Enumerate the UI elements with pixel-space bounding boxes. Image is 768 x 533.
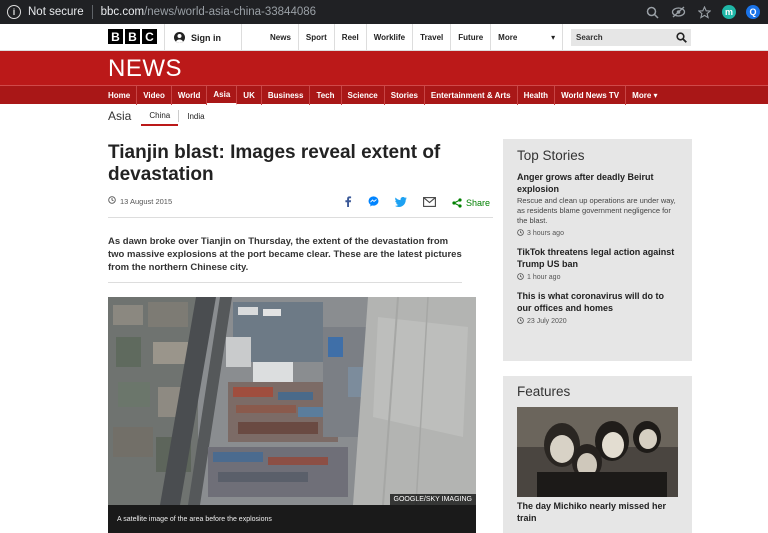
story-time-text: 1 hour ago <box>527 274 561 281</box>
bbc-global-bar: B B C Sign in News Sport Reel Worklife T… <box>0 24 768 51</box>
top-nav-future[interactable]: Future <box>451 24 492 51</box>
url-domain: bbc.com <box>100 6 145 18</box>
story-headline[interactable]: TikTok threatens legal action against Tr… <box>517 246 678 270</box>
sub-nav-india[interactable]: India <box>179 106 212 126</box>
nav-uk[interactable]: UK <box>237 86 262 105</box>
search-input[interactable]: Search <box>571 29 691 46</box>
nav-more[interactable]: More ▾ <box>626 86 663 105</box>
story-time: 23 July 2020 <box>517 317 678 326</box>
story-headline[interactable]: This is what coronavirus will do to our … <box>517 290 678 314</box>
article-date: 13 August 2015 <box>108 196 172 206</box>
story-time-text: 3 hours ago <box>527 230 564 237</box>
clock-icon <box>517 273 524 282</box>
nav-entertainment[interactable]: Entertainment & Arts <box>425 86 518 105</box>
clock-icon <box>517 317 524 326</box>
story-summary: Rescue and clean up operations are under… <box>517 196 676 225</box>
logo-letter: C <box>142 29 157 44</box>
security-label[interactable]: Not secure <box>28 6 84 18</box>
feature-headline[interactable]: The day Michiko nearly missed her train <box>517 500 678 524</box>
bbc-logo[interactable]: B B C <box>108 29 157 44</box>
url-path: /news/world-asia-china-33844086 <box>144 6 317 18</box>
top-nav-travel[interactable]: Travel <box>413 24 452 51</box>
extension-m-icon[interactable]: m <box>722 5 736 19</box>
logo-letter: B <box>108 29 123 44</box>
story-time: 1 hour ago <box>517 273 678 282</box>
tracking-blocked-icon[interactable] <box>670 4 686 20</box>
top-nav-reel[interactable]: Reel <box>335 24 367 51</box>
top-nav-worklife[interactable]: Worklife <box>367 24 414 51</box>
sub-nav-title[interactable]: Asia <box>108 109 131 123</box>
search-placeholder: Search <box>576 33 603 42</box>
story-time-text: 23 July 2020 <box>527 318 567 325</box>
nav-asia[interactable]: Asia <box>207 86 238 105</box>
story-item[interactable]: This is what coronavirus will do to our … <box>517 290 678 326</box>
search-icon[interactable] <box>676 32 687 45</box>
share-bar: Share <box>344 194 490 212</box>
feature-photo[interactable] <box>517 407 678 497</box>
share-label: Share <box>466 198 491 208</box>
article-intro: As dawn broke over Tianjin on Thursday, … <box>108 236 462 273</box>
top-nav: News Sport Reel Worklife Travel Future M… <box>263 24 564 51</box>
share-icon <box>452 198 462 208</box>
nav-health[interactable]: Health <box>518 86 556 105</box>
zoom-icon[interactable] <box>644 4 660 20</box>
top-nav-sport[interactable]: Sport <box>299 24 335 51</box>
top-stories-panel: Top Stories Anger grows after deadly Bei… <box>503 139 692 361</box>
story-item[interactable]: TikTok threatens legal action against Tr… <box>517 246 678 282</box>
divider <box>108 282 462 283</box>
nav-stories[interactable]: Stories <box>385 86 425 105</box>
top-nav-more[interactable]: More ▾ <box>491 24 564 51</box>
nav-world-news-tv[interactable]: World News TV <box>555 86 627 105</box>
nav-world[interactable]: World <box>172 86 208 105</box>
more-label: More <box>498 33 518 42</box>
signin-label: Sign in <box>191 32 221 43</box>
story-time: 3 hours ago <box>517 229 678 238</box>
nav-video[interactable]: Video <box>137 86 172 105</box>
top-nav-news[interactable]: News <box>263 24 299 51</box>
email-icon[interactable] <box>423 194 436 212</box>
url-field[interactable]: bbc.com/news/world-asia-china-33844086 <box>101 6 316 18</box>
satellite-image: GOOGLE/SKY IMAGING <box>108 297 476 505</box>
facebook-icon[interactable] <box>344 194 352 212</box>
share-button[interactable]: Share <box>452 198 490 208</box>
nav-tech[interactable]: Tech <box>310 86 342 105</box>
date-text: 13 August 2015 <box>120 196 173 206</box>
extension-q-icon[interactable]: Q <box>746 5 760 19</box>
signin-button[interactable]: Sign in <box>164 24 242 51</box>
story-item[interactable]: Anger grows after deadly Beirut explosio… <box>517 171 678 238</box>
news-banner: NEWS <box>0 51 768 85</box>
sub-nav: Asia China India <box>108 106 213 126</box>
browser-address-bar: i Not secure bbc.com/news/world-asia-chi… <box>0 0 768 24</box>
user-icon <box>174 32 185 43</box>
features-panel: Features The day Michiko nearly missed h… <box>503 376 692 533</box>
nav-science[interactable]: Science <box>342 86 385 105</box>
nav-business[interactable]: Business <box>262 86 311 105</box>
clock-icon <box>517 229 524 238</box>
messenger-icon[interactable] <box>368 194 379 212</box>
logo-letter: B <box>125 29 140 44</box>
clock-icon <box>108 196 116 206</box>
bookmark-star-icon[interactable] <box>696 4 712 20</box>
twitter-icon[interactable] <box>395 194 407 212</box>
section-nav: Home Video World Asia UK Business Tech S… <box>0 85 768 105</box>
dropdown-arrow-icon: ▾ <box>551 33 556 42</box>
news-logo[interactable]: NEWS <box>108 55 182 83</box>
features-title: Features <box>517 384 571 399</box>
top-stories-title: Top Stories <box>517 148 585 163</box>
sub-nav-china[interactable]: China <box>141 106 179 126</box>
image-credit: GOOGLE/SKY IMAGING <box>389 494 476 505</box>
divider <box>91 5 93 19</box>
story-headline[interactable]: Anger grows after deadly Beirut explosio… <box>517 171 678 195</box>
nav-home[interactable]: Home <box>102 86 138 105</box>
divider <box>108 217 493 218</box>
article-headline: Tianjin blast: Images reveal extent of d… <box>108 142 441 185</box>
image-caption: A satellite image of the area before the… <box>108 505 476 533</box>
info-icon[interactable]: i <box>7 5 21 19</box>
